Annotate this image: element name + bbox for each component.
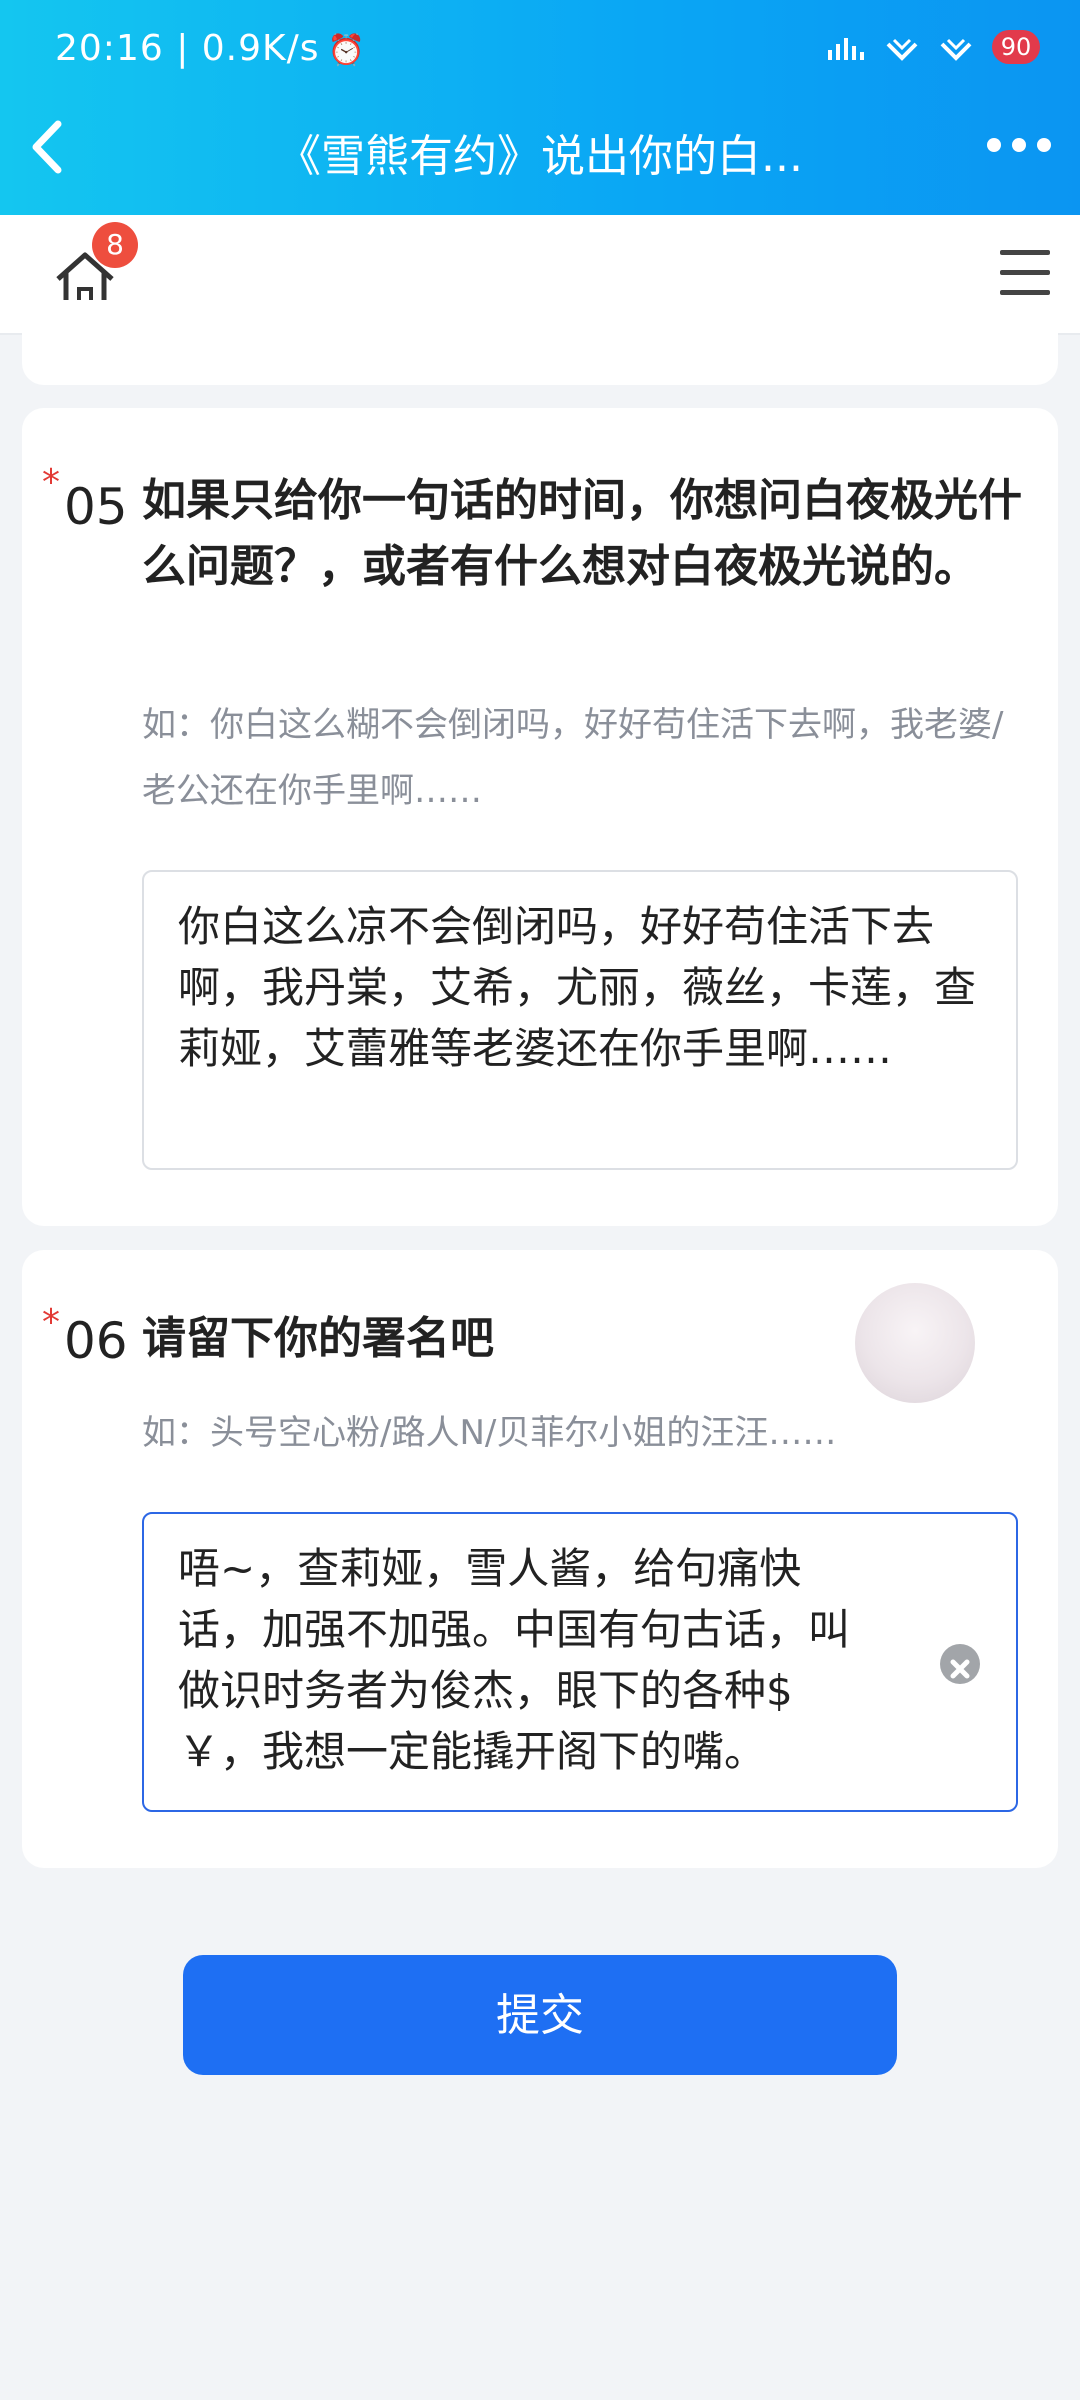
question-number: 06 [64,1312,128,1370]
page-title: 《雪熊有约》说出你的白... [277,131,803,182]
app-header: 20:16 | 0.9K/s ⏰ 90 《雪熊有约》说出你的白... [0,0,1080,215]
question-card-05: * 05 如果只给你一句话的时间，你想问白夜极光什么问题？，或者有什么想对白夜极… [22,408,1058,1226]
status-time-text: 20:16 | 0.9K/s [55,28,320,69]
question-hint: 如：你白这么糊不会倒闭吗，好好苟住活下去啊，我老婆/老公还在你手里啊…… [142,705,1004,811]
question-hint: 如：头号空心粉/路人N/贝菲尔小姐的汪汪…… [142,1413,837,1453]
menu-line [1000,250,1050,255]
wifi-2-icon [940,38,972,61]
signal-icon [828,38,864,60]
clear-input-button[interactable] [940,1644,980,1684]
answer-textarea[interactable]: 你白这么凉不会倒闭吗，好好苟住活下去啊，我丹棠，艾希，尤丽，薇丝，卡莲，查莉娅，… [142,870,1018,1170]
avatar[interactable] [855,1283,975,1403]
required-star: * [42,1302,60,1343]
more-dots-icon [987,138,1051,152]
question-number: 05 [64,478,128,536]
chevron-left-icon [32,120,62,174]
menu-line [1000,270,1050,275]
required-star: * [42,462,60,503]
more-options-button[interactable] [984,130,1054,160]
back-button[interactable] [18,112,78,182]
submit-button[interactable]: 提交 [183,1955,897,2075]
close-icon [950,1659,970,1679]
menu-line [1000,290,1050,295]
battery-indicator: 90 [992,30,1040,64]
alarm-icon: ⏰ [327,33,366,68]
wifi-icon [886,38,918,61]
status-bar-icons: 90 [826,30,1040,64]
signature-textarea[interactable]: 唔~，查莉娅，雪人酱，给句痛快话，加强不加强。中国有句古话，叫做识时务者为俊杰，… [142,1512,1018,1812]
signature-text: 唔~，查莉娅，雪人酱，给句痛快话，加强不加强。中国有句古话，叫做识时务者为俊杰，… [178,1544,851,1776]
question-title: 如果只给你一句话的时间，你想问白夜极光什么问题？，或者有什么想对白夜极光说的。 [142,475,1022,592]
status-bar-time: 20:16 | 0.9K/s ⏰ [55,28,366,69]
menu-button[interactable] [1000,250,1050,300]
notification-badge: 8 [92,222,138,268]
previous-question-card [22,300,1058,385]
